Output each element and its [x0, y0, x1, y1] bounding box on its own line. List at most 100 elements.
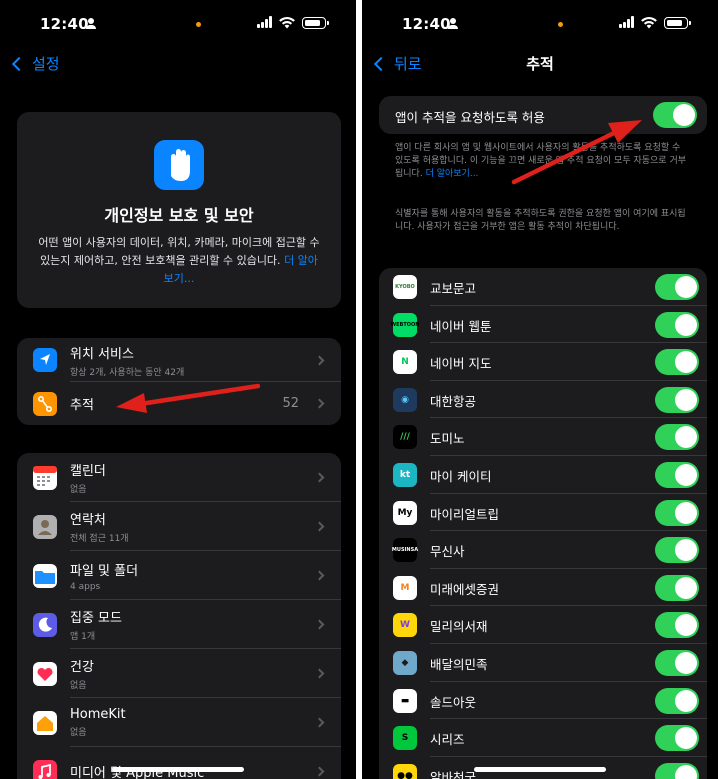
row-label: HomeKit	[70, 707, 126, 722]
app-icon: ▬	[393, 688, 417, 713]
tracking-app-row: N 네이버 지도	[379, 343, 707, 381]
app-tracking-toggle[interactable]	[655, 424, 699, 451]
app-icon: My	[393, 500, 417, 525]
app-name: 마이리얼트립	[430, 506, 500, 522]
row-label: 건강	[70, 660, 94, 675]
row-subtitle: 없음	[70, 681, 87, 691]
app-icon: N	[393, 350, 417, 375]
tracking-app-row: /// 도미노	[379, 418, 707, 456]
app-icon: ///	[393, 425, 417, 450]
chevron-right-icon	[314, 668, 325, 679]
battery-icon	[302, 17, 329, 29]
app-tracking-toggle[interactable]	[655, 725, 699, 752]
row-label: 파일 및 폴더	[70, 563, 139, 579]
chevron-right-icon	[314, 766, 325, 777]
app-name: 교보문고	[430, 281, 477, 296]
calendar-row[interactable]: 캘린더없음	[17, 453, 341, 502]
row-subtitle: 없음	[70, 728, 87, 738]
app-tracking-toggle[interactable]	[655, 574, 699, 601]
row-subtitle: 없음	[70, 485, 87, 495]
app-name: 솔드아웃	[430, 694, 477, 710]
status-time: 12:40	[40, 15, 89, 33]
row-label: 캘린더	[70, 464, 106, 479]
app-permissions-group: 캘린더없음 연락처전체 접근 11개 파일 및 폴더 4 apps 집중 모드앱 …	[17, 453, 341, 779]
allow-tracking-toggle[interactable]	[653, 102, 697, 128]
location-arrow-icon	[33, 348, 57, 372]
files-folders-row[interactable]: 파일 및 폴더 4 apps	[17, 551, 341, 600]
moon-icon	[33, 612, 57, 637]
app-tracking-toggle[interactable]	[655, 386, 699, 413]
row-subtitle: 앱 1개	[70, 632, 96, 642]
tracking-app-row: WEBTOON 네이버 웹툰	[379, 306, 707, 344]
back-button-label: 설정	[32, 55, 60, 73]
app-tracking-toggle[interactable]	[655, 649, 699, 676]
app-icon: KYOBO	[393, 275, 417, 299]
home-indicator[interactable]	[474, 767, 606, 772]
cellular-signal-icon	[619, 16, 635, 28]
chevron-right-icon	[314, 570, 325, 581]
home-indicator[interactable]	[112, 767, 244, 772]
app-tracking-toggle[interactable]	[655, 762, 699, 779]
tracking-app-row: ◆ 배달의민족	[379, 644, 707, 682]
folder-icon	[33, 563, 57, 588]
app-name: 시리즈	[430, 732, 465, 748]
tracking-app-row: MUSINSA 무신사	[379, 531, 707, 569]
app-name: 대한항공	[430, 393, 477, 409]
status-time: 12:40	[402, 15, 451, 33]
app-icon: ●●	[393, 763, 417, 779]
tracking-app-row: ▬ 솔드아웃	[379, 682, 707, 720]
app-icon: WEBTOON	[391, 312, 419, 337]
tracking-icon	[33, 391, 57, 416]
privacy-security-screen: 12:40 설정 개인정보 보호 및 보안 어떤 앱이 사용자의 데이터, 위치…	[0, 0, 356, 779]
allow-tracking-requests-row: 앱이 추적을 요청하도록 허용	[379, 96, 707, 134]
cellular-signal-icon	[257, 16, 273, 28]
app-tracking-toggle[interactable]	[655, 461, 699, 488]
chevron-right-icon	[314, 472, 325, 483]
allow-tracking-label: 앱이 추적을 요청하도록 허용	[395, 110, 545, 125]
row-label: 연락처	[70, 513, 106, 528]
privacy-indicator-dot	[196, 22, 201, 27]
home-icon	[33, 710, 57, 735]
app-tracking-toggle[interactable]	[655, 311, 699, 338]
learn-more-link[interactable]: 더 알아보기...	[426, 169, 479, 179]
row-label: 집중 모드	[70, 611, 122, 626]
location-services-row[interactable]: 위치 서비스 항상 2개, 사용하는 동안 42개	[17, 338, 341, 382]
privacy-indicator-dot	[558, 22, 563, 27]
app-tracking-toggle[interactable]	[655, 499, 699, 526]
contacts-row[interactable]: 연락처전체 접근 11개	[17, 502, 341, 551]
media-apple-music-row[interactable]: 미디어 및 Apple Music	[17, 747, 341, 779]
app-tracking-toggle[interactable]	[655, 537, 699, 564]
nav-bar: 설정	[0, 50, 356, 78]
contacts-icon	[33, 514, 57, 539]
page-title: 개인정보 보호 및 보안	[104, 206, 254, 225]
tracking-description: 앱이 다른 회사의 앱 및 웹사이트에서 사용자의 활동을 추적하도록 요청할 …	[395, 143, 687, 179]
chevron-right-icon	[314, 398, 325, 409]
wifi-icon	[641, 17, 657, 29]
row-subtitle: 전체 접근 11개	[70, 534, 129, 544]
homekit-row[interactable]: HomeKit 없음	[17, 698, 341, 747]
health-row[interactable]: 건강없음	[17, 649, 341, 698]
status-bar: 12:40	[362, 0, 718, 46]
tracking-row[interactable]: 추적 52	[17, 382, 341, 425]
app-tracking-toggle[interactable]	[655, 612, 699, 639]
back-button[interactable]: 설정	[10, 53, 60, 74]
person-icon	[86, 18, 96, 29]
row-label: 위치 서비스	[70, 346, 134, 362]
person-icon	[448, 18, 458, 29]
chevron-right-icon	[314, 619, 325, 630]
app-name: 미래에셋증권	[430, 581, 500, 597]
focus-row[interactable]: 집중 모드앱 1개	[17, 600, 341, 649]
page-title: 추적	[526, 55, 554, 73]
app-tracking-toggle[interactable]	[655, 687, 699, 714]
hero-description: 어떤 앱이 사용자의 데이터, 위치, 카메라, 마이크에 접근할 수 있는지 …	[38, 236, 320, 285]
location-tracking-group: 위치 서비스 항상 2개, 사용하는 동안 42개 추적 52	[17, 338, 341, 425]
heart-icon	[33, 661, 57, 686]
chevron-right-icon	[314, 355, 325, 365]
app-tracking-toggle[interactable]	[655, 274, 699, 300]
app-name: 마이 케이티	[430, 468, 492, 484]
tracking-app-row: kt 마이 케이티	[379, 456, 707, 494]
app-icon: M	[393, 575, 417, 600]
app-icon: W	[393, 613, 417, 638]
app-tracking-toggle[interactable]	[655, 349, 699, 376]
row-subtitle: 4 apps	[70, 581, 101, 592]
